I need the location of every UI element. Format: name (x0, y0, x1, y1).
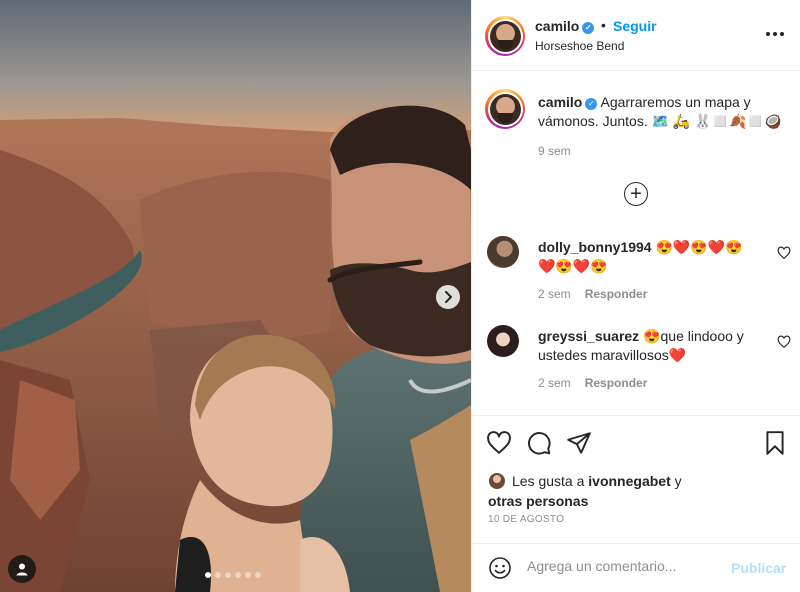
next-photo-button[interactable] (436, 285, 460, 309)
bookmark-icon[interactable] (762, 430, 788, 456)
carousel-dot (225, 572, 231, 578)
heart-icon[interactable] (777, 246, 791, 260)
location-link[interactable]: Horseshoe Bend (535, 39, 624, 53)
comment-username[interactable]: greyssi_suarez (538, 328, 639, 344)
comment-avatar[interactable] (487, 325, 519, 357)
caption-username[interactable]: camilo (538, 94, 582, 110)
tagged-users-button[interactable] (8, 555, 36, 583)
comment-text-block: dolly_bonny1994 😍❤️😍❤️😍❤️😍❤️😍 (538, 238, 753, 276)
carousel-dot (215, 572, 221, 578)
next-arrow-icon (445, 291, 452, 303)
carousel-dot (245, 572, 251, 578)
reply-button[interactable]: Responder (585, 287, 648, 301)
carousel-dot (255, 572, 261, 578)
reply-button[interactable]: Responder (585, 376, 648, 390)
post-photo[interactable] (0, 0, 471, 592)
photo-scene (0, 0, 471, 592)
carousel-indicator (205, 572, 261, 578)
post-dialog: camilo ✓ • Seguir Horseshoe Bend camilo ✓ … (0, 0, 800, 592)
caption-time[interactable]: 9 sem (538, 144, 571, 158)
caption-avatar[interactable] (485, 89, 525, 129)
post-side-panel: camilo ✓ • Seguir Horseshoe Bend camilo ✓ … (471, 0, 800, 592)
caption-avatar-image (489, 93, 521, 125)
likes-prefix: Les gusta a (512, 473, 585, 489)
post-header: camilo ✓ • Seguir Horseshoe Bend (472, 0, 800, 71)
emoji-icon[interactable] (488, 556, 512, 580)
add-comment-bar: Publicar (472, 543, 800, 592)
follow-button[interactable]: Seguir (613, 18, 657, 34)
publish-button[interactable]: Publicar (731, 560, 786, 576)
comment-time[interactable]: 2 sem (538, 287, 571, 301)
share-icon[interactable] (566, 430, 592, 456)
likes-summary: Les gusta a ivonnegabet y otras personas (488, 471, 788, 511)
heart-icon[interactable] (486, 430, 512, 456)
carousel-dot (235, 572, 241, 578)
carousel-dot (205, 572, 211, 578)
author-username-text[interactable]: camilo (535, 18, 579, 34)
other-likers-link[interactable]: otras personas (488, 493, 588, 509)
user-tag-icon (16, 563, 28, 576)
header-separator: • (601, 17, 606, 33)
author-username[interactable]: camilo ✓ (535, 18, 595, 34)
heart-icon[interactable] (777, 335, 791, 349)
verified-icon: ✓ (582, 21, 595, 34)
comment-icon[interactable] (526, 430, 552, 456)
likes-conjunction: y (674, 473, 682, 489)
comment-time[interactable]: 2 sem (538, 376, 571, 390)
post-date[interactable]: 10 DE AGOSTO (488, 514, 564, 525)
liker-avatar[interactable] (488, 472, 506, 490)
load-more-comments-icon[interactable]: + (624, 182, 648, 206)
verified-icon: ✓ (585, 97, 598, 110)
comment-avatar[interactable] (487, 236, 519, 268)
caption-text-block: camilo ✓ Agarraremos un mapa y vámonos. J… (538, 93, 788, 131)
comment-input[interactable] (527, 558, 727, 574)
author-avatar[interactable] (485, 16, 525, 56)
comment-username[interactable]: dolly_bonny1994 (538, 239, 652, 255)
post-actions: Les gusta a ivonnegabet y otras personas… (472, 415, 800, 545)
comment-meta: 2 sem Responder (538, 376, 647, 390)
liker-username[interactable]: ivonnegabet (588, 473, 670, 489)
comment-text-block: greyssi_suarez 😍que lindooo y ustedes ma… (538, 327, 753, 365)
author-avatar-image (489, 20, 521, 52)
comment-meta: 2 sem Responder (538, 287, 647, 301)
more-options-icon[interactable] (765, 24, 785, 44)
